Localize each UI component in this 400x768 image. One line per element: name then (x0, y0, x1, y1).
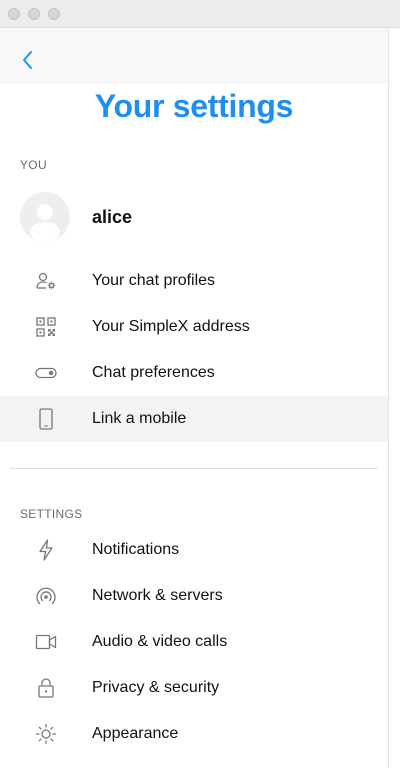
menu-item-notifications[interactable]: Notifications (0, 527, 388, 573)
video-camera-icon (35, 634, 57, 650)
profile-name: alice (92, 207, 133, 227)
menu-item-label: Network & servers (92, 587, 223, 604)
menu-item-label: Appearance (92, 725, 179, 742)
avatar (20, 192, 70, 242)
lock-icon (38, 678, 54, 698)
sun-icon (35, 723, 57, 745)
menu-item-label: Your SimpleX address (92, 318, 250, 335)
default-avatar-icon (20, 192, 70, 242)
mobile-phone-icon (39, 408, 53, 430)
close-window-button[interactable] (8, 8, 20, 20)
menu-item-privacy-security[interactable]: Privacy & security (0, 665, 388, 711)
section-divider (10, 468, 378, 469)
panel-border (388, 28, 389, 768)
menu-item-label: Your chat profiles (92, 272, 216, 289)
menu-item-audio-video-calls[interactable]: Audio & video calls (0, 619, 388, 665)
chevron-left-icon (23, 51, 32, 69)
menu-item-network-servers[interactable]: Network & servers (0, 573, 388, 619)
top-bar (0, 28, 388, 84)
toggle-icon (35, 367, 57, 379)
zoom-window-button[interactable] (48, 8, 60, 20)
menu-item-label: Link a mobile (92, 410, 187, 427)
menu-item-chat-preferences[interactable]: Chat preferences (0, 350, 388, 396)
menu-item-simplex-address[interactable]: Your SimpleX address (0, 304, 388, 350)
menu-item-label: Privacy & security (92, 679, 220, 696)
bolt-icon (39, 539, 53, 561)
menu-item-link-mobile[interactable]: Link a mobile (0, 396, 388, 442)
menu-item-label: Chat preferences (92, 364, 215, 381)
window-titlebar (0, 0, 400, 28)
settings-panel: Your settings YOU alice Your chat profil… (0, 28, 388, 768)
section-label-you: YOU (20, 158, 47, 172)
page-title: Your settings (94, 88, 294, 124)
menu-item-appearance[interactable]: Appearance (0, 711, 388, 757)
menu-item-label: Notifications (92, 541, 180, 558)
wireless-icon (36, 587, 56, 605)
minimize-window-button[interactable] (28, 8, 40, 20)
menu-item-chat-profiles[interactable]: Your chat profiles (0, 258, 388, 304)
menu-item-label: Audio & video calls (92, 633, 228, 650)
user-settings-icon (36, 272, 56, 290)
section-label-settings: SETTINGS (20, 507, 83, 521)
back-button[interactable] (16, 48, 40, 72)
qr-code-icon (36, 317, 56, 337)
profile-row[interactable]: alice (20, 192, 380, 242)
